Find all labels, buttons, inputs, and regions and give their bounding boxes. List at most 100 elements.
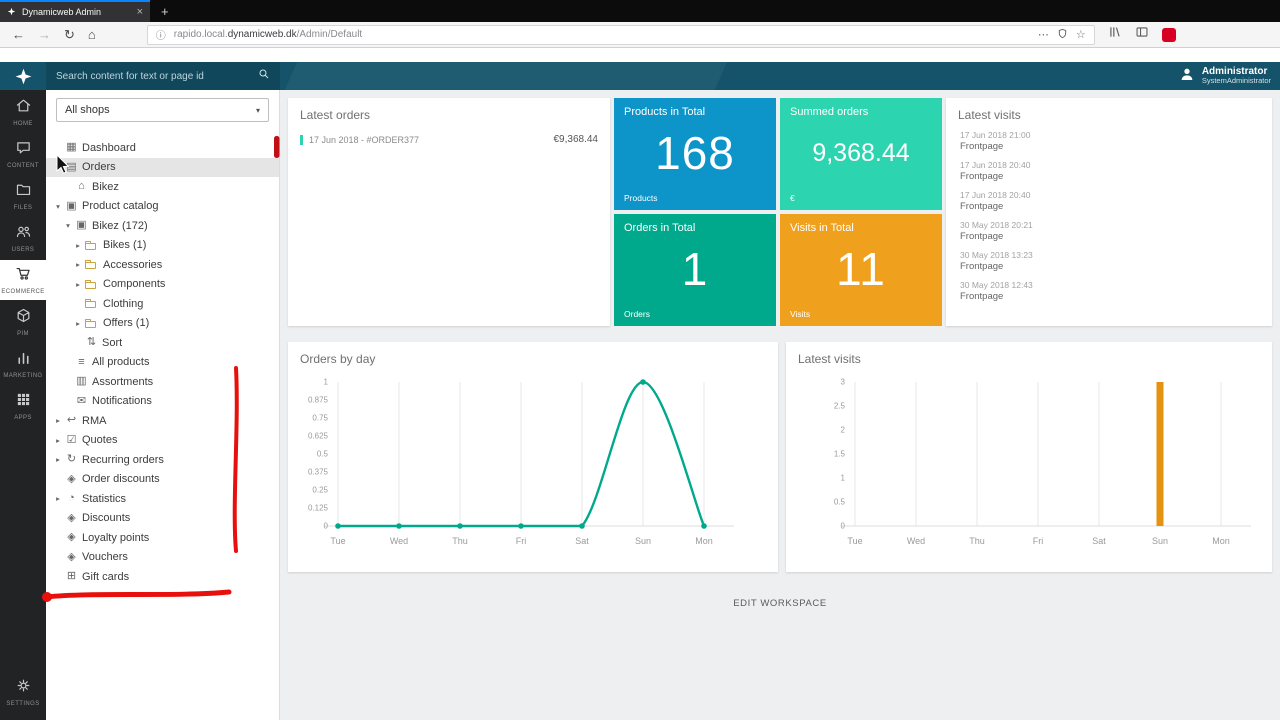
browser-tab-bar: Dynamicweb Admin × + xyxy=(0,0,1280,22)
tree-item-notifications[interactable]: Notifications xyxy=(46,392,279,412)
expand-arrow-icon[interactable]: ▸ xyxy=(52,416,64,425)
tile-label: Orders xyxy=(624,309,650,319)
expand-arrow-icon[interactable]: ▸ xyxy=(72,319,84,328)
rail-item-marketing[interactable]: MARKETING xyxy=(0,344,46,384)
tree-item-order-discounts[interactable]: Order discounts xyxy=(46,470,279,490)
expand-arrow-icon[interactable]: ▸ xyxy=(52,436,64,445)
tree-item-recurring-orders[interactable]: ▸ Recurring orders xyxy=(46,450,279,470)
home-button[interactable]: ⌂ xyxy=(88,28,96,41)
visit-entry: 17 Jun 2018 21:00 Frontpage xyxy=(960,130,1258,152)
expand-arrow-icon[interactable]: ▾ xyxy=(52,202,64,211)
tree-item-clothing[interactable]: Clothing xyxy=(46,294,279,314)
shop-icon xyxy=(74,181,89,192)
expand-arrow-icon[interactable]: ▸ xyxy=(72,241,84,250)
tree-item-vouchers[interactable]: Vouchers xyxy=(46,548,279,568)
url-bar[interactable]: ⓘ rapido.local.dynamicweb.dk/Admin/Defau… xyxy=(146,24,1095,45)
svg-text:0.375: 0.375 xyxy=(308,468,329,477)
tree-item-gift-cards[interactable]: Gift cards xyxy=(46,567,279,587)
tile-products-in-total[interactable]: Products in Total 168 Products xyxy=(614,98,776,210)
svg-text:Sat: Sat xyxy=(575,536,589,546)
tree-item-label: Vouchers xyxy=(82,551,128,564)
folder-icon xyxy=(85,318,96,328)
svg-text:Tue: Tue xyxy=(330,536,345,546)
svg-text:0.875: 0.875 xyxy=(308,396,329,405)
folder-icon xyxy=(85,299,96,309)
bookmark-star-icon[interactable]: ☆ xyxy=(1076,28,1086,41)
refresh-button[interactable]: ↻ xyxy=(64,28,75,41)
tree-item-orders[interactable]: ▾ Orders xyxy=(46,157,279,177)
svg-text:2.5: 2.5 xyxy=(834,402,846,411)
visit-entry: 30 May 2018 20:21 Frontpage xyxy=(960,220,1258,242)
search-icon[interactable] xyxy=(258,67,270,85)
tile-orders-in-total[interactable]: Orders in Total 1 Orders xyxy=(614,214,776,326)
tree-item-quotes[interactable]: ▸ Quotes xyxy=(46,431,279,451)
rail-item-ecommerce[interactable]: ECOMMERCE xyxy=(0,260,46,300)
tree-item-bikes-1[interactable]: ▸ Bikes (1) xyxy=(46,236,279,256)
folder-icon xyxy=(85,279,96,289)
orders-by-day-chart-card: Orders by day 0 0.125 0.25 0.375 0.5 0.625 0.7… xyxy=(288,342,778,572)
tree-item-assortments[interactable]: Assortments xyxy=(46,372,279,392)
library-icon[interactable] xyxy=(1108,25,1122,44)
tree-item-accessories[interactable]: ▸ Accessories xyxy=(46,255,279,275)
page-actions-icon[interactable]: ⋯ xyxy=(1038,28,1049,41)
tree-item-loyalty-points[interactable]: Loyalty points xyxy=(46,528,279,548)
svg-text:Mon: Mon xyxy=(1212,536,1230,546)
tree-item-components[interactable]: ▸ Components xyxy=(46,275,279,295)
tile-label: Visits xyxy=(790,309,811,319)
browser-tab[interactable]: Dynamicweb Admin × xyxy=(0,0,150,22)
tile-value: 1 xyxy=(681,242,709,295)
visit-page: Frontpage xyxy=(960,201,1004,212)
site-info-icon[interactable]: ⓘ xyxy=(156,27,166,42)
rail-item-apps[interactable]: APPS xyxy=(0,386,46,426)
order-row[interactable]: 17 Jun 2018 - #ORDER377 €9,368.44 xyxy=(300,134,598,145)
tree-item-bikez-172[interactable]: ▾ Bikez (172) xyxy=(46,216,279,236)
bookmarks-strip xyxy=(0,48,1280,62)
tab-close-icon[interactable]: × xyxy=(137,6,143,18)
svg-text:Sat: Sat xyxy=(1092,536,1106,546)
rail-item-content[interactable]: CONTENT xyxy=(0,134,46,174)
tree-item-product-catalog[interactable]: ▾ Product catalog xyxy=(46,197,279,217)
tag-icon xyxy=(64,513,79,524)
expand-arrow-icon[interactable]: ▸ xyxy=(52,494,64,503)
user-menu[interactable]: Administrator SystemAdministrator xyxy=(1179,62,1271,90)
rail-item-settings[interactable]: SETTINGS xyxy=(0,672,46,712)
tree-item-label: Discounts xyxy=(82,512,131,525)
tree-item-label: Gift cards xyxy=(82,570,130,583)
back-button[interactable]: ← xyxy=(12,28,25,41)
tree-item-all-products[interactable]: All products xyxy=(46,353,279,373)
shield-icon[interactable] xyxy=(1057,28,1068,42)
rail-item-files[interactable]: FILES xyxy=(0,176,46,216)
global-search-input[interactable]: Search content for text or page id xyxy=(46,62,280,90)
new-tab-button[interactable]: + xyxy=(150,0,180,22)
tree-item-discounts[interactable]: Discounts xyxy=(46,509,279,529)
visit-date: 30 May 2018 12:43 xyxy=(960,280,1033,290)
shop-selector[interactable]: All shops ▾ xyxy=(56,98,269,122)
sidebars-icon[interactable] xyxy=(1135,25,1149,44)
expand-arrow-icon[interactable]: ▾ xyxy=(52,163,64,172)
forward-button[interactable]: → xyxy=(38,28,51,41)
expand-arrow-icon[interactable]: ▸ xyxy=(72,260,84,269)
rail-item-home[interactable]: HOME xyxy=(0,92,46,132)
tree-item-sort[interactable]: Sort xyxy=(46,333,279,353)
tree-item-rma[interactable]: ▸ RMA xyxy=(46,411,279,431)
rail-item-pim[interactable]: PIM xyxy=(0,302,46,342)
extension-icon[interactable] xyxy=(1161,27,1176,42)
tree-item-label: Components xyxy=(103,278,166,291)
tree-item-dashboard[interactable]: Dashboard xyxy=(46,138,279,158)
svg-text:Thu: Thu xyxy=(452,536,468,546)
tile-summed-orders[interactable]: Summed orders 9,368.44 € xyxy=(780,98,942,210)
rail-item-users[interactable]: USERS xyxy=(0,218,46,258)
expand-arrow-icon[interactable]: ▸ xyxy=(52,455,64,464)
tile-title: Visits in Total xyxy=(790,222,854,234)
tree-item-statistics[interactable]: ▸ Statistics xyxy=(46,489,279,509)
tree-item-label: Accessories xyxy=(103,258,163,271)
tile-visits-in-total[interactable]: Visits in Total 11 Visits xyxy=(780,214,942,326)
tree-item-offers-1[interactable]: ▸ Offers (1) xyxy=(46,314,279,334)
dashboard-main: Latest orders 17 Jun 2018 - #ORDER377 €9,… xyxy=(280,90,1280,720)
tree-item-bikez[interactable]: Bikez xyxy=(46,177,279,197)
latest-visits-chart-card: Latest visits 0 0.5 1 1.5 2 2.5 3 Tue Wed Thu Fri S… xyxy=(786,342,1272,572)
expand-arrow-icon[interactable]: ▸ xyxy=(72,280,84,289)
svg-text:0.25: 0.25 xyxy=(312,486,328,495)
edit-workspace-button[interactable]: EDIT WORKSPACE xyxy=(280,598,1280,609)
expand-arrow-icon[interactable]: ▾ xyxy=(62,221,74,230)
